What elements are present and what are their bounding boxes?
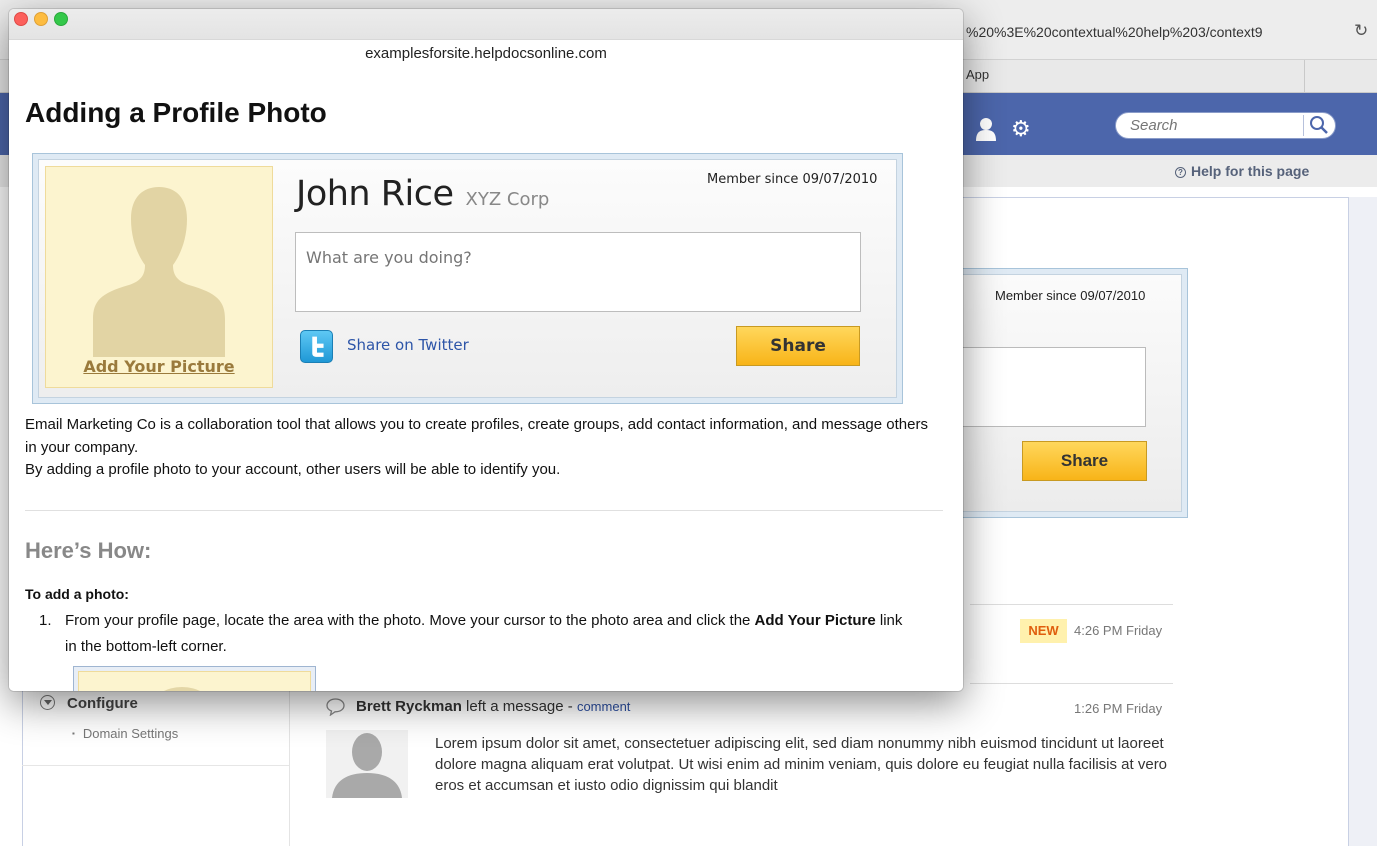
- refresh-icon[interactable]: ↻: [1354, 21, 1368, 41]
- add-your-picture-link[interactable]: Add Your Picture: [45, 357, 273, 376]
- chevron-down-icon[interactable]: [40, 695, 55, 710]
- right-gutter: [1349, 197, 1377, 846]
- close-window-button[interactable]: [14, 12, 28, 26]
- intro-text: Email Marketing Co is a collaboration to…: [25, 414, 935, 482]
- feed-divider: [970, 683, 1173, 684]
- bookmark-app[interactable]: App: [966, 67, 989, 82]
- maximize-window-button[interactable]: [54, 12, 68, 26]
- popup-domain-text: examplesforsite.helpdocsonline.com: [365, 45, 607, 62]
- help-link-label: Help for this page: [1191, 163, 1310, 179]
- section-heading: Here’s How:: [25, 538, 152, 563]
- twitter-icon[interactable]: [300, 330, 333, 363]
- person-icon[interactable]: [975, 117, 997, 141]
- background-status-input[interactable]: [940, 347, 1146, 427]
- intro-paragraph: By adding a profile photo to your accoun…: [25, 461, 561, 478]
- sidebar-divider: [289, 690, 290, 846]
- feed-timestamp: 4:26 PM Friday: [1074, 623, 1163, 638]
- comment-link[interactable]: comment: [577, 699, 630, 714]
- help-popup-window: examplesforsite.helpdocsonline.com Addin…: [9, 9, 963, 691]
- search-icon[interactable]: [1308, 114, 1330, 136]
- section-divider: [25, 510, 943, 511]
- bookmarks-divider: [1304, 60, 1305, 93]
- help-icon: ?: [1175, 167, 1186, 178]
- speech-bubble-icon: [326, 698, 345, 716]
- share-button[interactable]: Share: [736, 326, 860, 366]
- profile-name-row: John Rice XYZ Corp: [296, 174, 549, 214]
- sidebar-section-configure[interactable]: Configure: [40, 695, 138, 712]
- intro-paragraph: Email Marketing Co is a collaboration to…: [25, 416, 928, 456]
- profile-name: John Rice: [296, 174, 454, 214]
- background-member-since: Member since 09/07/2010: [995, 288, 1146, 303]
- sidebar-divider-line: [22, 765, 289, 766]
- message-action-text: left a message: [466, 698, 564, 715]
- help-for-page-link[interactable]: ? Help for this page: [1175, 163, 1309, 179]
- background-url-text[interactable]: %20%3E%20contextual%20help%203/context9: [966, 24, 1263, 40]
- avatar-silhouette-icon: [332, 733, 402, 798]
- sidebar-item-domain-settings[interactable]: Domain Settings: [72, 726, 178, 741]
- message-separator: -: [567, 698, 573, 715]
- share-on-twitter-link[interactable]: Share on Twitter: [347, 336, 469, 354]
- new-badge: NEW: [1020, 619, 1067, 643]
- status-input[interactable]: [295, 232, 861, 312]
- message-author-link[interactable]: Brett Ryckman: [356, 698, 462, 715]
- step-image: [78, 671, 311, 691]
- background-share-button[interactable]: Share: [1022, 441, 1147, 481]
- feed-divider: [970, 604, 1173, 605]
- help-article: Adding a Profile Photo Add Your Picture …: [9, 69, 963, 691]
- sidebar-section-label: Configure: [67, 695, 138, 712]
- search-divider: [1303, 115, 1304, 136]
- member-since-text: Member since 09/07/2010: [707, 172, 878, 187]
- subsection-heading: To add a photo:: [25, 586, 129, 602]
- step-number: 1.: [39, 612, 52, 629]
- search-input[interactable]: [1130, 113, 1290, 138]
- avatar[interactable]: [326, 730, 408, 798]
- minimize-window-button[interactable]: [34, 12, 48, 26]
- page-title: Adding a Profile Photo: [25, 97, 327, 128]
- profile-silhouette-icon: [93, 187, 225, 357]
- gear-icon[interactable]: ⚙: [1011, 117, 1031, 141]
- step-text-bold: Add Your Picture: [754, 612, 876, 629]
- step-text: From your profile page, locate the area …: [65, 608, 915, 660]
- profile-company: XYZ Corp: [465, 189, 550, 210]
- feed-message-text: Lorem ipsum dolor sit amet, consectetuer…: [435, 735, 1168, 794]
- step-text-start: From your profile page, locate the area …: [65, 612, 755, 629]
- step-image-silhouette: [152, 687, 212, 691]
- feed-message-header: Brett Ryckman left a message - comment: [356, 698, 630, 715]
- feed-timestamp: 1:26 PM Friday: [1074, 701, 1163, 716]
